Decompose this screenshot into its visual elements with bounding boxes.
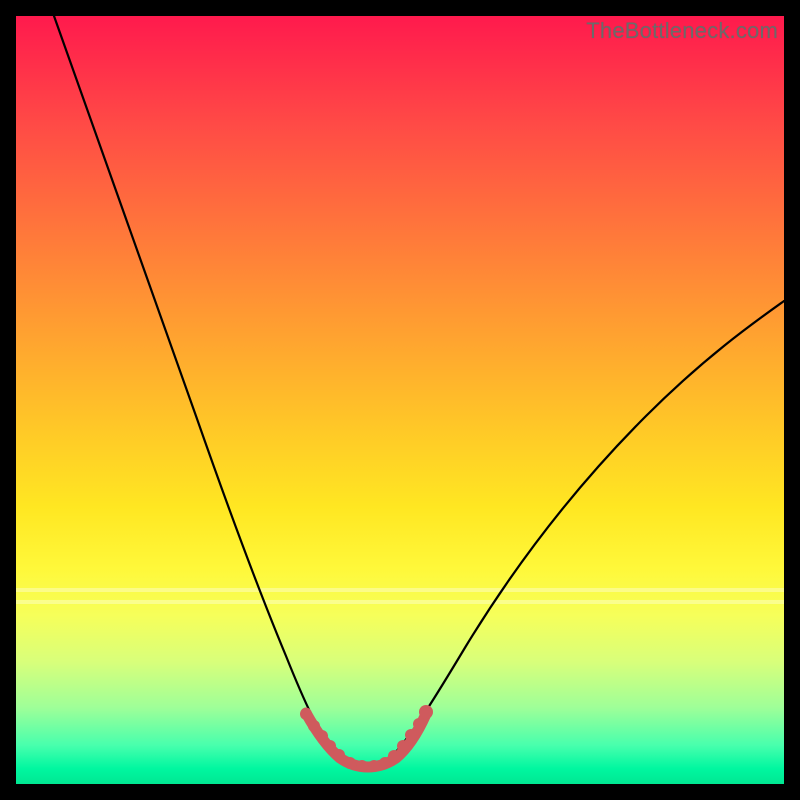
optimal-marker-layer <box>300 705 433 772</box>
chart-svg <box>16 16 784 784</box>
marker-dot-end <box>419 705 433 719</box>
marker-dot <box>324 740 336 752</box>
marker-dot <box>344 757 356 769</box>
marker-dot <box>397 740 409 752</box>
marker-dot <box>300 708 312 720</box>
marker-dot <box>388 750 400 762</box>
chart-frame: TheBottleneck.com <box>16 16 784 784</box>
marker-dot <box>413 718 425 730</box>
right-curve <box>364 301 784 766</box>
marker-dot <box>316 730 328 742</box>
marker-dot <box>405 729 417 741</box>
curve-layer <box>54 16 784 766</box>
marker-dot <box>356 760 368 772</box>
left-curve <box>54 16 364 766</box>
marker-dot <box>368 760 380 772</box>
marker-dot <box>333 749 345 761</box>
marker-dot <box>308 720 320 732</box>
